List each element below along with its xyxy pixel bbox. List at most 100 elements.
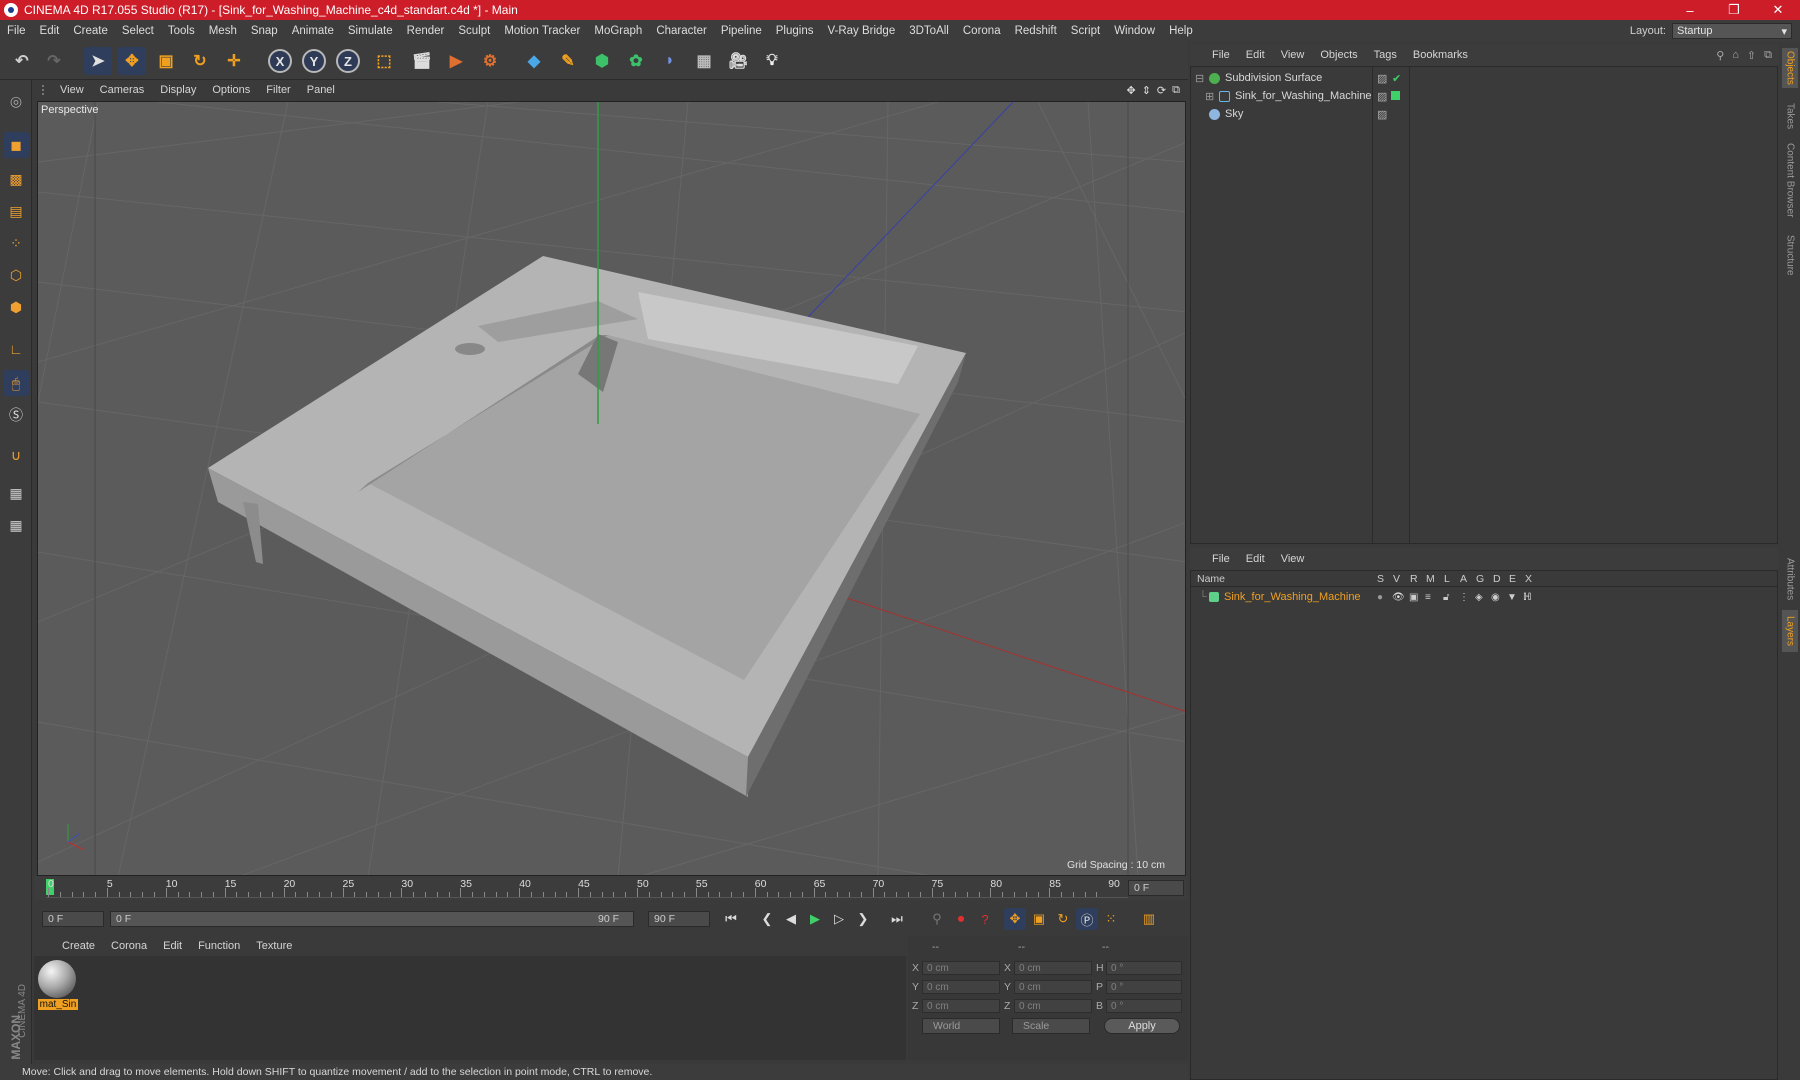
maximize-button[interactable]: ❐	[1712, 2, 1756, 18]
menu-edit[interactable]: Edit	[33, 25, 67, 37]
light-icon[interactable]: 💡︎	[758, 47, 786, 75]
axis-x-toggle[interactable]: X	[268, 49, 292, 73]
mograph-cloner-icon[interactable]: ✿	[622, 47, 650, 75]
autokey-icon[interactable]: ⏺	[950, 908, 972, 930]
tab-objects[interactable]: Objects	[1782, 48, 1798, 88]
render-view-icon[interactable]: 🎬︎	[408, 47, 436, 75]
material-menu-create[interactable]: Create	[54, 940, 103, 952]
position-y-field[interactable]: 0 cm	[922, 980, 1000, 994]
object-menu-file[interactable]: File	[1204, 49, 1238, 61]
workplane-mode-icon[interactable]: ▤	[3, 198, 29, 224]
viewport-zoom-icon[interactable]: ⇕	[1142, 84, 1151, 97]
points-mode-icon[interactable]: ⁘	[3, 230, 29, 256]
menu-window[interactable]: Window	[1107, 25, 1162, 37]
axis-z-toggle[interactable]: Z	[336, 49, 360, 73]
layer-color-swatch[interactable]	[1209, 592, 1219, 602]
layer-deformer-icon[interactable]: ◉	[1491, 592, 1500, 603]
next-frame-icon[interactable]: ▷	[828, 908, 850, 930]
tab-layers[interactable]: Layers	[1782, 610, 1798, 652]
key-rotation-icon[interactable]: ↻	[1052, 908, 1074, 930]
layer-animation-icon[interactable]: ⋮	[1459, 592, 1469, 603]
key-parameter-icon[interactable]: Ⓟ	[1076, 908, 1098, 930]
viewport-maximize-icon[interactable]: ⧉	[1172, 84, 1180, 97]
layer-render-icon[interactable]: ▣	[1409, 592, 1418, 603]
go-to-end-icon[interactable]: ⏭	[886, 908, 908, 930]
expand-icon[interactable]: ⊞	[1205, 90, 1219, 103]
tab-content-browser[interactable]: Content Browser	[1782, 140, 1798, 220]
coordinate-system-icon[interactable]: ⬚	[370, 47, 398, 75]
render-picture-viewer-icon[interactable]: ▶	[442, 47, 470, 75]
visibility-toggle-icon[interactable]: ▨	[1377, 72, 1387, 85]
collapse-icon[interactable]: ⊟	[1195, 72, 1209, 85]
menu-render[interactable]: Render	[400, 25, 452, 37]
viewport-pan-icon[interactable]: ✥	[1126, 84, 1135, 97]
visibility-toggle-icon[interactable]: ▨	[1377, 108, 1387, 121]
key-position-icon[interactable]: ✥	[1004, 908, 1026, 930]
layer-manager-icon[interactable]: ≡	[1425, 592, 1431, 603]
menu-pipeline[interactable]: Pipeline	[714, 25, 769, 37]
size-y-field[interactable]: 0 cm	[1014, 980, 1092, 994]
floor-scene-icon[interactable]: ▦	[690, 47, 718, 75]
enabled-check-icon[interactable]: ✔	[1392, 72, 1401, 85]
up-arrow-icon[interactable]: ⇧	[1747, 49, 1756, 62]
object-row-sky[interactable]: Sky ▨	[1191, 105, 1777, 123]
tab-attributes[interactable]: Attributes	[1782, 550, 1798, 608]
viewport-menu-options[interactable]: Options	[204, 84, 258, 96]
object-row-sink[interactable]: ⊞ Sink_for_Washing_Machine ▨	[1191, 87, 1777, 105]
move-tool-icon[interactable]: ✥	[118, 47, 146, 75]
texture-mode-icon[interactable]: ▩	[3, 166, 29, 192]
home-icon[interactable]: ⌂	[1732, 49, 1739, 62]
lock-workplane-icon[interactable]: ▦	[3, 480, 29, 506]
record-keys-icon[interactable]: ⚲	[926, 908, 948, 930]
close-button[interactable]: ✕	[1756, 2, 1800, 18]
axis-mode-icon[interactable]: ∟	[3, 336, 29, 362]
material-swatch[interactable]: mat_Sin	[38, 960, 78, 1010]
tab-structure[interactable]: Structure	[1782, 228, 1798, 282]
select-tool-icon[interactable]: ➤	[84, 47, 112, 75]
solo-mode-icon[interactable]: Ⓢ	[3, 402, 29, 428]
material-menu-texture[interactable]: Texture	[248, 940, 300, 952]
previous-key-icon[interactable]: ❮	[756, 908, 778, 930]
menu-select[interactable]: Select	[115, 25, 161, 37]
go-to-start-icon[interactable]: ⏮	[720, 908, 742, 930]
viewport-menu-view[interactable]: View	[52, 84, 92, 96]
size-z-field[interactable]: 0 cm	[1014, 999, 1092, 1013]
model-mode-icon[interactable]: ◼	[3, 132, 29, 158]
menu-plugins[interactable]: Plugins	[769, 25, 821, 37]
rotation-p-field[interactable]: 0 °	[1106, 980, 1182, 994]
layer-xref-icon[interactable]: ℍ	[1523, 592, 1532, 603]
tab-takes[interactable]: Takes	[1782, 98, 1798, 134]
menu-file[interactable]: File	[0, 25, 33, 37]
lock-icon[interactable]: 🔓︎	[1443, 592, 1449, 603]
tweak-mode-icon[interactable]: 🖱︎	[3, 370, 29, 396]
frame-range-slider[interactable]: 0 F 90 F	[110, 911, 634, 927]
object-row-subdivision-surface[interactable]: ⊟ Subdivision Surface ▨ ✔	[1191, 69, 1777, 87]
object-menu-bookmarks[interactable]: Bookmarks	[1405, 49, 1476, 61]
cube-primitive-icon[interactable]: ◆	[520, 47, 548, 75]
subdivision-surface-icon[interactable]: ⬢	[588, 47, 616, 75]
make-editable-icon[interactable]: ◎	[3, 88, 29, 114]
layer-visible-icon[interactable]: 👁︎	[1392, 592, 1405, 603]
layer-menu-edit[interactable]: Edit	[1238, 553, 1273, 565]
menu-create[interactable]: Create	[66, 25, 115, 37]
object-menu-edit[interactable]: Edit	[1238, 49, 1273, 61]
menu-3dtoall[interactable]: 3DToAll	[902, 25, 956, 37]
play-forward-icon[interactable]: ▶	[804, 908, 826, 930]
menu-vray-bridge[interactable]: V-Ray Bridge	[820, 25, 902, 37]
timeline-window-icon[interactable]: ▥	[1138, 908, 1160, 930]
viewport-menu-display[interactable]: Display	[152, 84, 204, 96]
menu-simulate[interactable]: Simulate	[341, 25, 400, 37]
new-window-icon[interactable]: ⧉	[1764, 49, 1772, 62]
layer-solo-icon[interactable]: ●	[1377, 592, 1383, 603]
viewport-menu-cameras[interactable]: Cameras	[92, 84, 153, 96]
rotate-tool-icon[interactable]: ↻	[186, 47, 214, 75]
menu-sculpt[interactable]: Sculpt	[451, 25, 497, 37]
size-x-field[interactable]: 0 cm	[1014, 961, 1092, 975]
menu-corona[interactable]: Corona	[956, 25, 1008, 37]
menu-mograph[interactable]: MoGraph	[587, 25, 649, 37]
end-frame-field[interactable]: 90 F	[648, 911, 710, 927]
current-frame-field[interactable]: 0 F	[1128, 880, 1184, 896]
planar-workplane-icon[interactable]: ▦	[3, 512, 29, 538]
visibility-toggle-icon[interactable]: ▨	[1377, 90, 1387, 103]
material-menu-function[interactable]: Function	[190, 940, 248, 952]
